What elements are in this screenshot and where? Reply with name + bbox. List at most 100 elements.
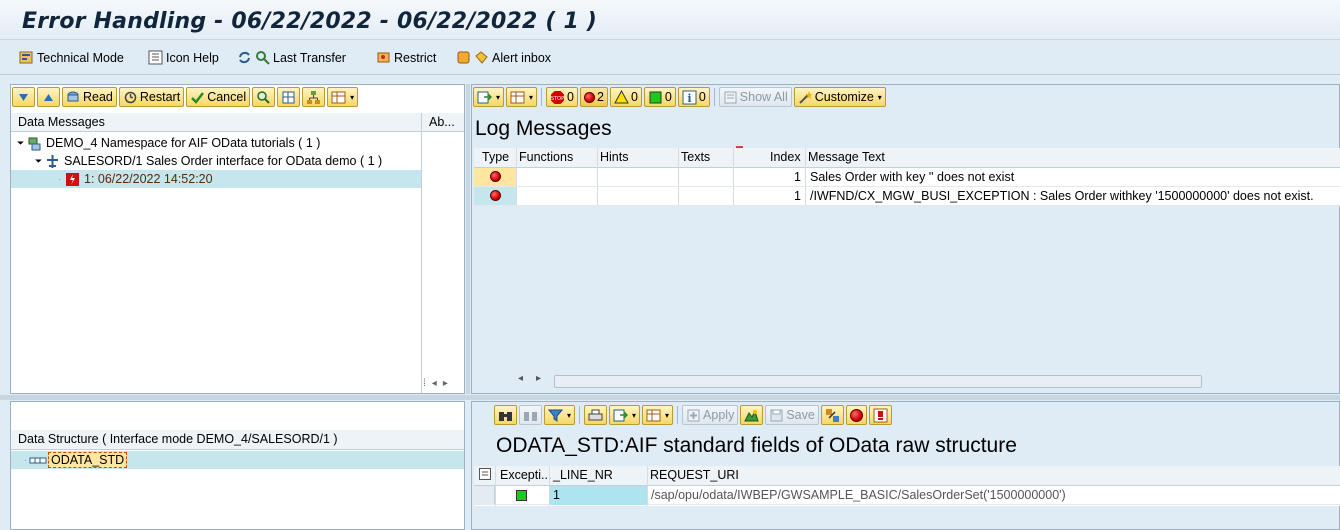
alert-inbox-button[interactable]: Alert inbox xyxy=(456,49,551,66)
icon-help-label: Icon Help xyxy=(166,50,219,65)
mass-change-button[interactable] xyxy=(820,405,844,425)
message-text-column[interactable]: Message Text xyxy=(808,150,885,164)
hints-column[interactable]: Hints xyxy=(600,150,628,164)
change-button[interactable] xyxy=(740,405,764,425)
scroll-handle-icon[interactable]: ⁞ xyxy=(423,378,426,389)
table-row[interactable]: 1 /IWFND/CX_MGW_BUSI_EXCEPTION : Sales O… xyxy=(474,187,1340,206)
ab-column[interactable]: Ab... xyxy=(429,115,455,129)
show-all-button[interactable]: Show All xyxy=(718,87,792,107)
export-button[interactable]: ▾ xyxy=(609,405,641,425)
cancel-button[interactable]: Cancel xyxy=(186,87,251,107)
data-messages-column[interactable]: Data Messages xyxy=(18,115,105,129)
structure-grid: Excepti... _LINE_NR REQUEST_URI 1 /sap/o… xyxy=(474,466,1340,506)
find-next-button[interactable] xyxy=(519,405,542,425)
read-label: Read xyxy=(83,90,113,104)
success-icon xyxy=(648,90,663,105)
stop-filter-button[interactable]: STOP 0 xyxy=(546,87,578,107)
tree-row-namespace[interactable]: ⏷ DEMO_4 Namespace for AIF OData tutoria… xyxy=(17,134,320,152)
change-icon xyxy=(744,408,760,423)
sort-indicator-icon: ▔ xyxy=(736,147,743,157)
interface-label: SALESORD/1 Sales Order interface for ODa… xyxy=(64,154,383,168)
binoculars-button[interactable] xyxy=(494,405,517,425)
collapse-toggle-icon[interactable]: ⏷ xyxy=(17,138,27,149)
stop-count: 0 xyxy=(567,90,574,104)
texts-column[interactable]: Texts xyxy=(681,150,710,164)
expand-all-button[interactable] xyxy=(12,87,35,107)
scroll-right-icon[interactable]: ▸ xyxy=(536,373,541,384)
layout-button[interactable] xyxy=(277,87,301,107)
table-row[interactable]: 1 Sales Order with key '' does not exist xyxy=(474,168,1340,187)
structure-toolbar: ▾ ▾ ▾ Apply Save xyxy=(494,404,894,426)
vertical-splitter[interactable] xyxy=(466,84,470,394)
index-cell: 1 xyxy=(794,189,801,203)
request-uri-column[interactable]: REQUEST_URI xyxy=(650,468,739,482)
save-button[interactable]: Save xyxy=(765,405,819,425)
index-cell: 1 xyxy=(794,170,801,184)
warning-icon xyxy=(614,89,629,105)
restart-label: Restart xyxy=(139,90,181,104)
warning-filter-button[interactable]: 0 xyxy=(609,87,642,107)
scroll-right-icon[interactable]: ▸ xyxy=(443,378,448,389)
type-column[interactable]: Type xyxy=(482,150,509,164)
last-transfer-button[interactable]: Last Transfer xyxy=(237,49,346,66)
apply-label: Apply xyxy=(703,408,735,422)
collapse-all-icon xyxy=(41,90,56,105)
technical-mode-button[interactable]: Technical Mode xyxy=(19,49,124,66)
apply-button[interactable]: Apply xyxy=(682,405,739,425)
layout-menu-button[interactable]: ▾ xyxy=(642,405,674,425)
log-toolbar: ▾ ▾ STOP 0 2 0 0 i0 Show All Customize ▾ xyxy=(473,86,888,108)
layout-menu-button[interactable]: ▾ xyxy=(506,87,538,107)
info-filter-button[interactable]: i0 xyxy=(677,87,710,107)
success-filter-button[interactable]: 0 xyxy=(643,87,676,107)
info-icon: i xyxy=(682,90,697,105)
tree-row-message[interactable]: · 1: 06/22/2022 14:52:20 xyxy=(11,170,421,188)
odata-std-node[interactable]: ODATA_STD xyxy=(48,452,128,468)
svg-text:STOP: STOP xyxy=(551,96,564,102)
line-nr-column[interactable]: _LINE_NR xyxy=(553,468,613,482)
svg-text:i: i xyxy=(687,92,691,105)
restrict-icon xyxy=(376,50,391,65)
restart-button[interactable]: Restart xyxy=(118,87,185,107)
read-button[interactable]: Read xyxy=(62,87,117,107)
error-filter-button[interactable]: 2 xyxy=(579,87,608,107)
export-button[interactable]: ▾ xyxy=(473,87,505,107)
log-horizontal-scrollbar[interactable]: ◂ ▸ xyxy=(516,373,1339,389)
exception-cell xyxy=(496,486,549,505)
scroll-left-icon[interactable]: ◂ xyxy=(432,378,437,389)
horizontal-splitter[interactable] xyxy=(0,395,1340,400)
line-nr-cell[interactable]: 1 xyxy=(550,486,647,505)
find-icon xyxy=(256,90,271,105)
row-selector[interactable] xyxy=(474,486,495,505)
icon-help-button[interactable]: Icon Help xyxy=(148,49,219,66)
index-column[interactable]: Index xyxy=(770,150,801,164)
filter-button[interactable]: ▾ xyxy=(544,405,576,425)
exception-column[interactable]: Excepti... xyxy=(500,468,551,482)
error-detail-button[interactable] xyxy=(868,405,892,425)
hierarchy-button[interactable] xyxy=(302,87,326,107)
error-detail-icon xyxy=(873,408,888,423)
error-log-button[interactable] xyxy=(845,405,867,425)
collapse-toggle-icon[interactable]: ⏷ xyxy=(35,156,45,167)
window-title: Error Handling - 06/22/2022 - 06/22/2022… xyxy=(22,9,598,34)
print-button[interactable] xyxy=(584,405,608,425)
find-button[interactable] xyxy=(252,87,276,107)
functions-column[interactable]: Functions xyxy=(519,150,573,164)
collapse-all-button[interactable] xyxy=(37,87,60,107)
customize-button[interactable]: Customize ▾ xyxy=(793,87,886,107)
success-count: 0 xyxy=(664,90,672,104)
restrict-button[interactable]: Restrict xyxy=(376,49,436,66)
stop-icon: STOP xyxy=(550,90,565,105)
structure-node-row[interactable]: · ODATA_STD xyxy=(11,451,464,469)
log-grid-header: Type Functions Hints Texts ▔ Index Messa… xyxy=(474,147,1340,168)
export-icon xyxy=(613,408,629,423)
error-icon xyxy=(490,190,501,201)
tree-row-interface[interactable]: ⏷ SALESORD/1 Sales Order interface for O… xyxy=(35,152,382,170)
table-settings-button[interactable]: ▾ xyxy=(327,87,359,107)
type-cell xyxy=(474,187,516,205)
horizontal-scroll-controls[interactable]: ⁞ ◂ ▸ xyxy=(421,375,464,391)
scroll-left-icon[interactable]: ◂ xyxy=(518,373,523,384)
table-row[interactable]: 1 /sap/opu/odata/IWBEP/GWSAMPLE_BASIC/Sa… xyxy=(474,486,1340,505)
select-all-icon[interactable] xyxy=(479,468,491,483)
apply-icon xyxy=(686,408,701,423)
scroll-thumb[interactable] xyxy=(554,375,1202,388)
